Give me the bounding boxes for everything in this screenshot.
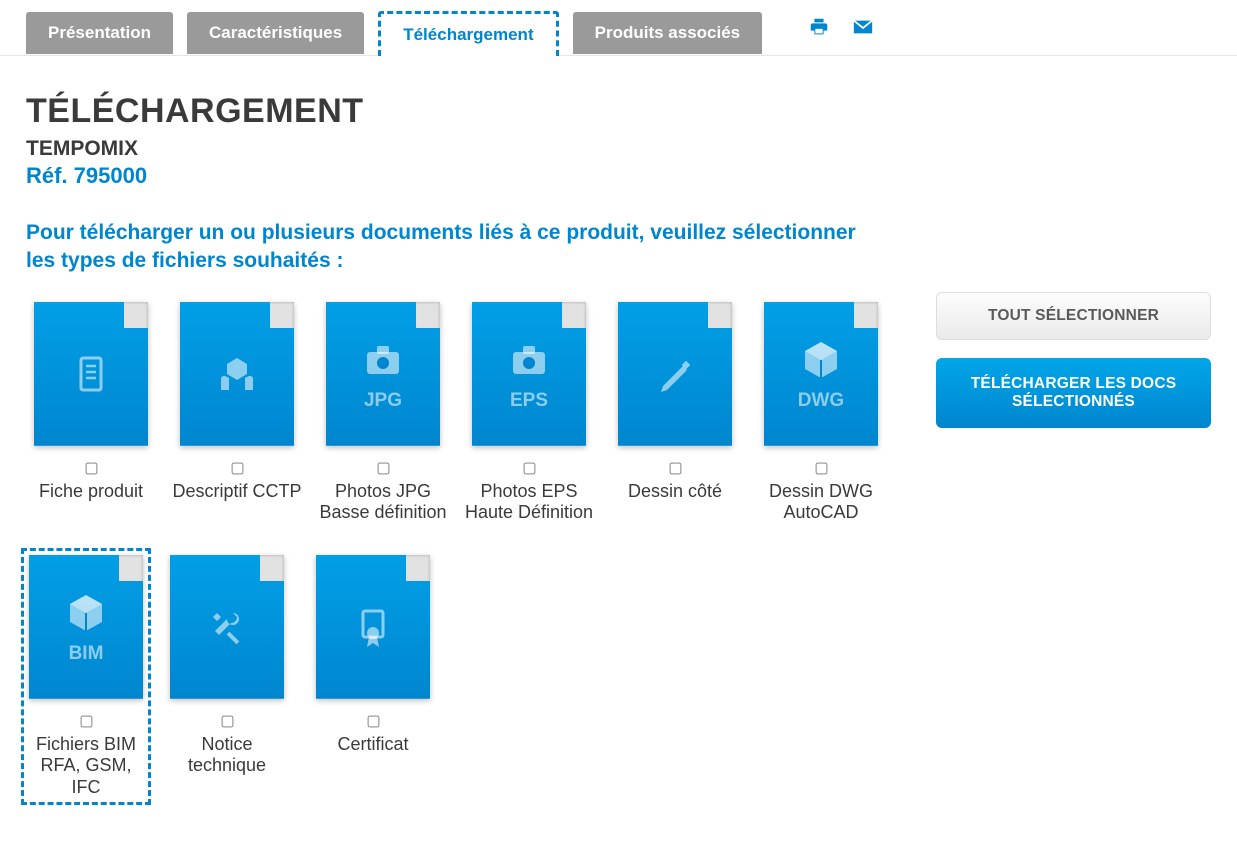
file-extension: JPG — [364, 390, 402, 412]
doc-label: Fichiers BIM RFA, GSM, IFC — [26, 734, 146, 799]
tab-presentation[interactable]: Présentation — [26, 12, 173, 54]
doc-checkbox[interactable] — [85, 462, 97, 474]
doc-label: Fiche produit — [39, 481, 143, 541]
tab-produits-associes[interactable]: Produits associés — [573, 12, 763, 54]
product-name: TEMPOMIX — [26, 137, 896, 161]
doc-item[interactable]: EPS Photos EPS Haute Définition — [464, 302, 594, 541]
file-icon — [618, 302, 732, 446]
mail-icon[interactable] — [850, 16, 876, 43]
doc-checkbox[interactable] — [669, 462, 681, 474]
doc-item[interactable]: Notice technique — [162, 555, 292, 799]
doc-item[interactable]: DWG Dessin DWG AutoCAD — [756, 302, 886, 541]
doc-checkbox[interactable] — [523, 462, 535, 474]
side-actions: TOUT SÉLECTIONNER TÉLÉCHARGER LES DOCS S… — [936, 92, 1211, 428]
doc-checkbox[interactable] — [377, 462, 389, 474]
download-selected-button[interactable]: TÉLÉCHARGER LES DOCS SÉLECTIONNÉS — [936, 358, 1211, 428]
doc-item[interactable]: BIM Fichiers BIM RFA, GSM, IFC — [21, 548, 151, 806]
file-extension: DWG — [798, 390, 844, 412]
doc-checkbox[interactable] — [80, 715, 92, 727]
doc-item[interactable]: Dessin côté — [610, 302, 740, 541]
doc-label: Certificat — [337, 734, 408, 794]
doc-checkbox[interactable] — [367, 715, 379, 727]
product-reference: Réf. 795000 — [26, 163, 896, 189]
doc-checkbox[interactable] — [815, 462, 827, 474]
file-icon — [180, 302, 294, 446]
page-title: TÉLÉCHARGEMENT — [26, 92, 896, 131]
file-extension: EPS — [510, 390, 548, 412]
doc-label: Photos JPG Basse définition — [318, 481, 448, 541]
download-main: TÉLÉCHARGEMENT TEMPOMIX Réf. 795000 Pour… — [26, 92, 896, 798]
file-icon — [316, 555, 430, 699]
file-icon — [34, 302, 148, 446]
download-instructions: Pour télécharger un ou plusieurs documen… — [26, 219, 866, 276]
doc-item[interactable]: JPG Photos JPG Basse définition — [318, 302, 448, 541]
file-icon: JPG — [326, 302, 440, 446]
select-all-button[interactable]: TOUT SÉLECTIONNER — [936, 292, 1211, 340]
doc-item[interactable]: Certificat — [308, 555, 438, 799]
print-icon[interactable] — [806, 16, 832, 43]
tab-telechargement[interactable]: Téléchargement — [378, 11, 558, 56]
file-icon: BIM — [29, 555, 143, 699]
doc-item[interactable]: Fiche produit — [26, 302, 156, 541]
file-icon: EPS — [472, 302, 586, 446]
doc-label: Photos EPS Haute Définition — [464, 481, 594, 541]
file-icon: DWG — [764, 302, 878, 446]
doc-checkbox[interactable] — [221, 715, 233, 727]
doc-label: Notice technique — [162, 734, 292, 794]
doc-label: Dessin DWG AutoCAD — [756, 481, 886, 541]
file-extension: BIM — [69, 643, 104, 665]
tabs-bar: Présentation Caractéristiques Télécharge… — [0, 0, 1237, 56]
doc-label: Descriptif CCTP — [172, 481, 301, 541]
doc-item[interactable]: Descriptif CCTP — [172, 302, 302, 541]
doc-label: Dessin côté — [628, 481, 722, 541]
documents-grid: Fiche produit Descriptif CCTP JPG Photos JP… — [26, 302, 896, 799]
tab-caracteristiques[interactable]: Caractéristiques — [187, 12, 364, 54]
doc-checkbox[interactable] — [231, 462, 243, 474]
file-icon — [170, 555, 284, 699]
